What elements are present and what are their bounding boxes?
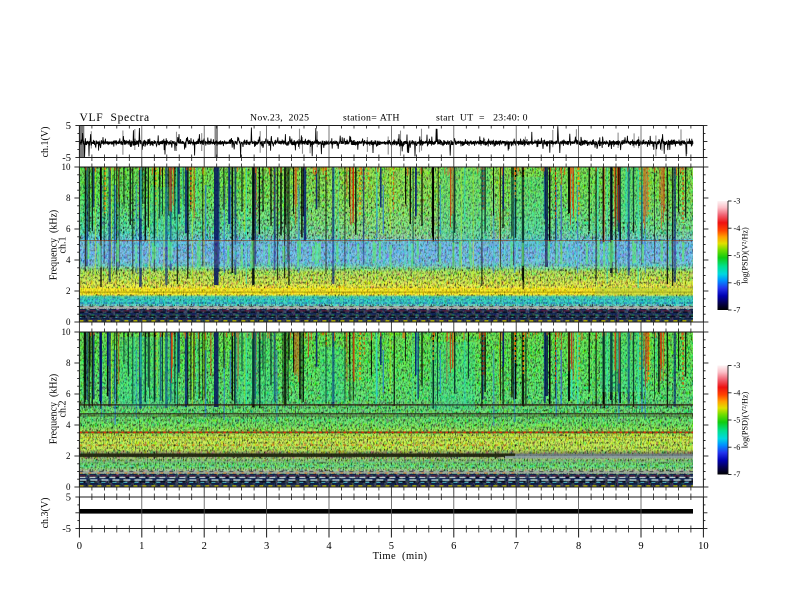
svg-text:ch.1: ch.1 [58,237,69,254]
svg-text:-6: -6 [734,443,741,452]
svg-text:-4: -4 [734,388,741,397]
svg-text:ch.2: ch.2 [58,401,69,418]
svg-text:-6: -6 [734,278,741,287]
svg-text:4: 4 [66,420,71,430]
svg-text:-7: -7 [734,306,741,315]
svg-text:start UT = 23:40: 0: start UT = 23:40: 0 [436,113,528,124]
svg-text:2: 2 [66,286,71,296]
svg-text:3: 3 [264,541,269,552]
svg-text:4: 4 [66,255,71,265]
svg-text:0: 0 [66,317,71,327]
svg-text:9: 9 [638,541,643,552]
svg-text:1: 1 [139,541,144,552]
svg-text:0: 0 [66,482,71,492]
svg-text:ch.3(V): ch.3(V) [40,498,51,529]
svg-text:-5: -5 [734,251,741,260]
svg-text:-5: -5 [62,524,71,535]
svg-text:station= ATH: station= ATH [343,113,400,124]
svg-text:5: 5 [66,493,71,504]
svg-text:Time (min): Time (min) [373,551,428,562]
svg-text:0: 0 [77,541,82,552]
svg-text:7: 7 [514,541,519,552]
svg-text:6: 6 [451,541,456,552]
svg-text:6: 6 [66,389,71,399]
svg-text:-3: -3 [734,197,741,206]
svg-text:-5: -5 [734,416,741,425]
svg-text:-7: -7 [734,470,741,479]
svg-text:8: 8 [66,193,71,203]
svg-text:-3: -3 [734,361,741,370]
svg-text:10: 10 [698,541,709,552]
svg-text:4: 4 [326,541,332,552]
svg-text:VLF Spectra: VLF Spectra [80,112,150,124]
svg-text:10: 10 [62,162,72,172]
svg-text:-4: -4 [734,224,741,233]
svg-text:ch.1(V): ch.1(V) [40,127,51,158]
svg-text:log(PSD)(V²/Hz): log(PSD)(V²/Hz) [741,391,750,448]
svg-text:6: 6 [66,224,71,234]
svg-text:10: 10 [62,327,72,337]
svg-text:log(PSD)(V²/Hz): log(PSD)(V²/Hz) [741,227,750,284]
svg-text:2: 2 [66,451,71,461]
svg-text:8: 8 [66,358,71,368]
svg-text:2: 2 [202,541,207,552]
svg-text:5: 5 [66,121,71,132]
svg-text:Nov.23, 2025: Nov.23, 2025 [250,113,309,124]
svg-text:8: 8 [576,541,581,552]
